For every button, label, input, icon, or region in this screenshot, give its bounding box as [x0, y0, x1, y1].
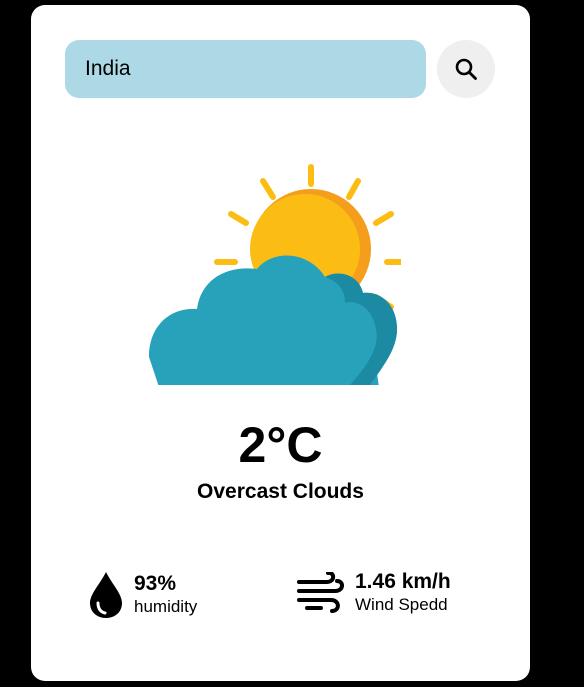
wind-icon: [297, 571, 345, 614]
search-button[interactable]: [437, 40, 495, 98]
search-icon: [455, 58, 477, 80]
wind-speed-label: Wind Spedd: [355, 595, 448, 614]
temperature-value: 2°C: [238, 417, 323, 473]
water-drop-icon: [88, 570, 124, 618]
weather-description: Overcast Clouds: [197, 480, 364, 503]
weather-card: 2°C Overcast Clouds 93% humidity: [31, 5, 530, 681]
wind-section: 1.46 km/h Wind Spedd: [297, 570, 451, 615]
humidity-label: humidity: [134, 596, 198, 616]
wind-speed-value: 1.46 km/h: [355, 570, 451, 593]
search-input[interactable]: [65, 40, 426, 98]
humidity-value: 93%: [134, 571, 177, 595]
humidity-section: 93% humidity: [88, 570, 197, 618]
sun-behind-cloud-icon: [149, 164, 401, 385]
